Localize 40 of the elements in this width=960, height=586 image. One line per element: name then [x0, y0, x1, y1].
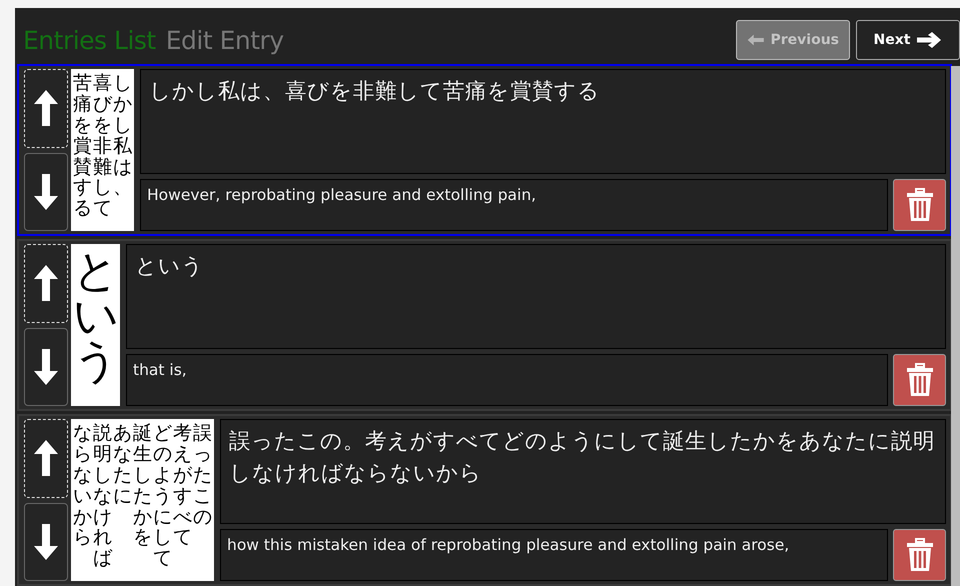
vertical-text-column: 喜びを非難して: [93, 73, 112, 220]
vertical-text-column: 説明しなければ: [93, 423, 112, 570]
translation-field[interactable]: how this mistaken idea of reprobating pleasure and extolling pain arose,: [220, 529, 888, 581]
vertical-text-column: ならないから: [73, 423, 92, 548]
scrollbar[interactable]: [951, 66, 960, 586]
up-arrow-icon: [33, 88, 59, 128]
vertical-text-column: 誕生したかを: [133, 423, 152, 548]
vertical-text-column: 誤ったこの: [193, 423, 212, 528]
translation-field[interactable]: However, reprobating pleasure and extolling pain,: [140, 179, 888, 231]
vertical-text-column: どのようにして: [153, 423, 172, 570]
right-arrow-icon: [916, 31, 942, 49]
vertical-text-column: 苦痛を賞賛する: [73, 73, 92, 220]
source-text-field[interactable]: しかし私は、喜びを非難して苦痛を賞賛する: [140, 69, 946, 174]
move-down-button[interactable]: [24, 502, 68, 581]
trash-icon: [906, 188, 934, 222]
down-arrow-icon: [33, 346, 59, 387]
vertical-text-column: 考えがすべて: [173, 423, 192, 548]
delete-button[interactable]: [893, 529, 946, 581]
move-down-button[interactable]: [24, 328, 68, 406]
trash-icon: [906, 363, 934, 397]
move-up-button[interactable]: [24, 419, 68, 498]
move-up-button[interactable]: [24, 244, 68, 322]
translation-field[interactable]: that is,: [126, 354, 888, 406]
trash-icon: [906, 538, 934, 572]
source-text-field[interactable]: 誤ったこの。考えがすべてどのようにして誕生したかをあなたに説明しなければならないから: [220, 419, 946, 524]
next-button[interactable]: Next: [856, 20, 960, 60]
delete-button[interactable]: [893, 354, 946, 406]
entry-card[interactable]: という という that is,: [17, 239, 952, 411]
vertical-text-column: しかし私は、: [113, 73, 132, 198]
move-up-button[interactable]: [24, 69, 68, 148]
tab[interactable]: Edit Entry: [166, 26, 284, 54]
down-arrow-icon: [33, 522, 59, 562]
up-arrow-icon: [33, 263, 59, 304]
move-down-button[interactable]: [24, 152, 68, 231]
up-arrow-icon: [33, 438, 59, 478]
vertical-text-column: という: [73, 248, 118, 383]
source-text-field[interactable]: という: [126, 244, 946, 349]
vertical-text-column: あなたに: [113, 423, 132, 507]
down-arrow-icon: [33, 172, 59, 212]
delete-button[interactable]: [893, 179, 946, 231]
